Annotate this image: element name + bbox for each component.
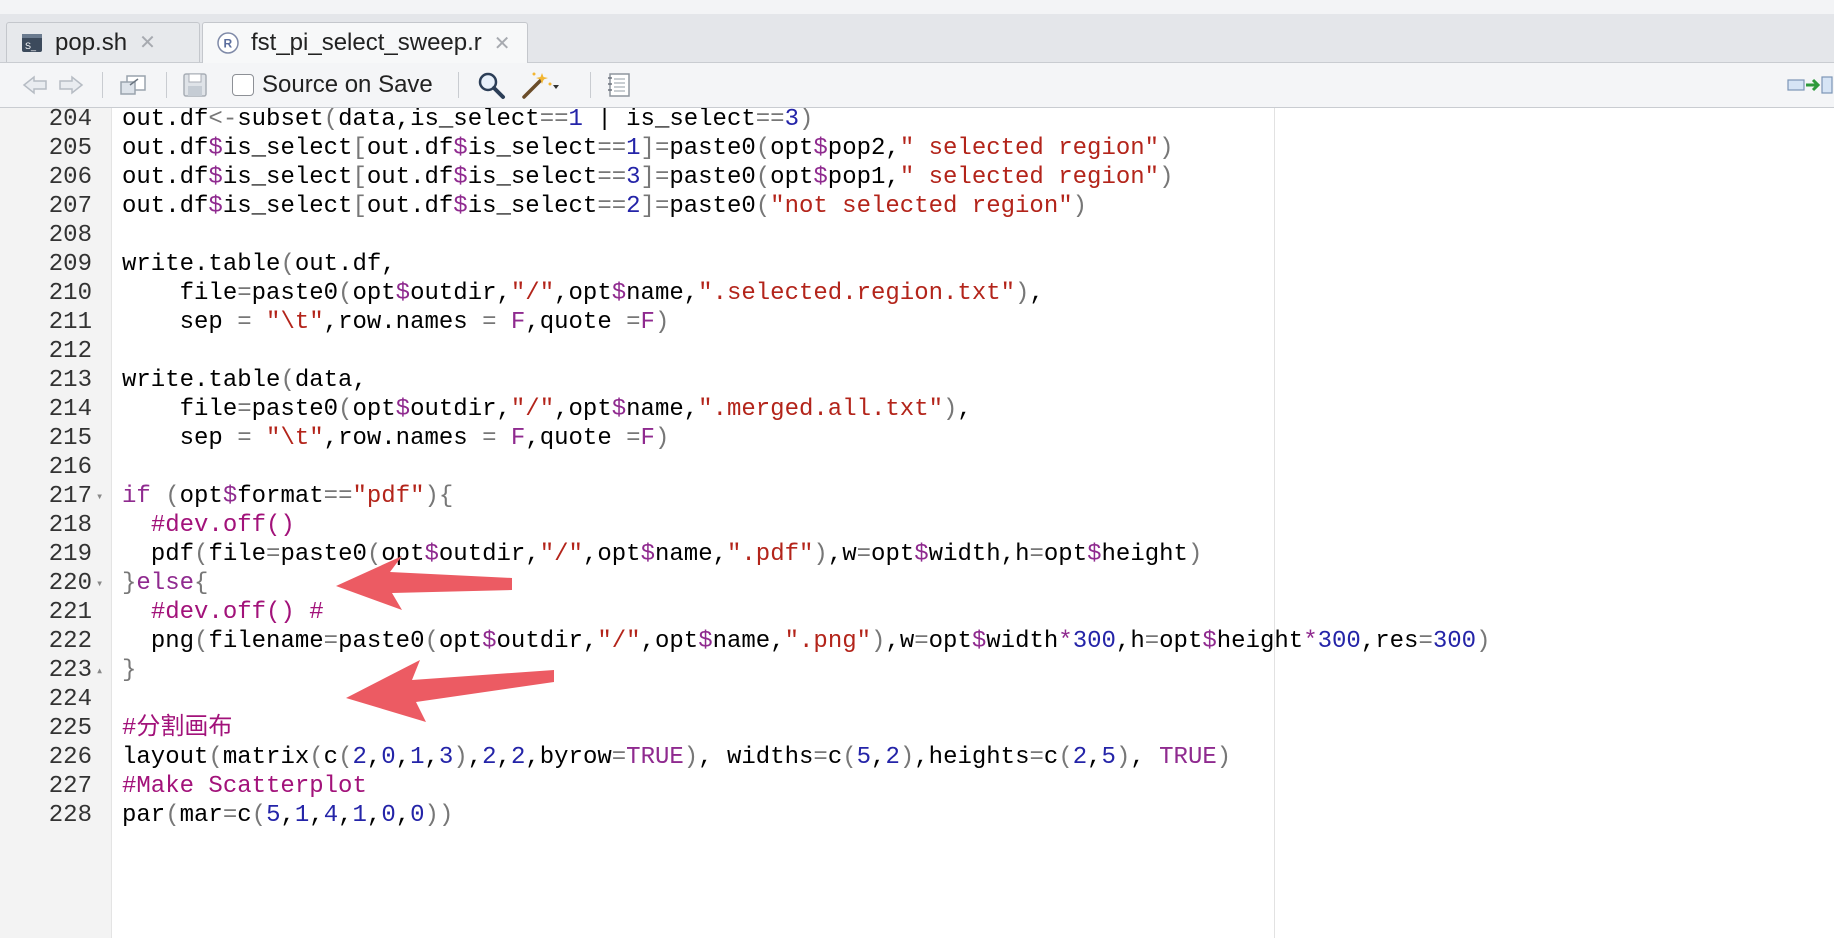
source-on-save-label: Source on Save (262, 71, 433, 98)
r-file-icon: R (217, 32, 239, 54)
svg-text:R: R (224, 37, 233, 51)
editor-tab-bar: S_ pop.sh ✕ R fst_pi_select_sweep.r ✕ (0, 14, 1834, 63)
shell-script-icon: S_ (22, 33, 42, 52)
code-line[interactable]: 228 par(mar=c(5,1,4,1,0,0)) (0, 799, 1834, 833)
search-icon[interactable] (474, 70, 508, 100)
code-editor[interactable]: 204 out.df<-subset(data,is_select==1 | is… (0, 108, 1834, 938)
line-number: 228 (48, 802, 92, 829)
close-icon[interactable]: ✕ (494, 31, 511, 56)
code-text: par(mar=c(5,1,4,1,0,0)) (122, 802, 454, 829)
editor-toolbar: Source on Save (0, 63, 1834, 108)
window-top-strip (0, 0, 1834, 15)
tab-label: fst_pi_select_sweep.r (251, 29, 482, 56)
tab-fst-pi-select-sweep[interactable]: R fst_pi_select_sweep.r ✕ (202, 22, 528, 63)
magic-wand-icon[interactable] (520, 70, 560, 100)
notebook-icon[interactable] (604, 70, 634, 100)
tab-pop-sh[interactable]: S_ pop.sh ✕ (6, 22, 200, 62)
source-on-save-checkbox[interactable] (232, 74, 254, 96)
run-source-icon[interactable] (1786, 70, 1834, 100)
annotation-arrow-1 (336, 556, 512, 610)
annotation-arrow-2 (346, 660, 554, 722)
svg-text:S_: S_ (25, 41, 37, 51)
show-in-window-icon[interactable] (116, 70, 150, 100)
forward-arrow-icon[interactable] (56, 70, 86, 100)
save-icon[interactable] (180, 70, 210, 100)
tab-label: pop.sh (55, 28, 128, 56)
back-arrow-icon[interactable] (20, 70, 50, 100)
source-on-save-toggle[interactable]: Source on Save (232, 70, 452, 100)
close-icon[interactable]: ✕ (139, 30, 156, 55)
